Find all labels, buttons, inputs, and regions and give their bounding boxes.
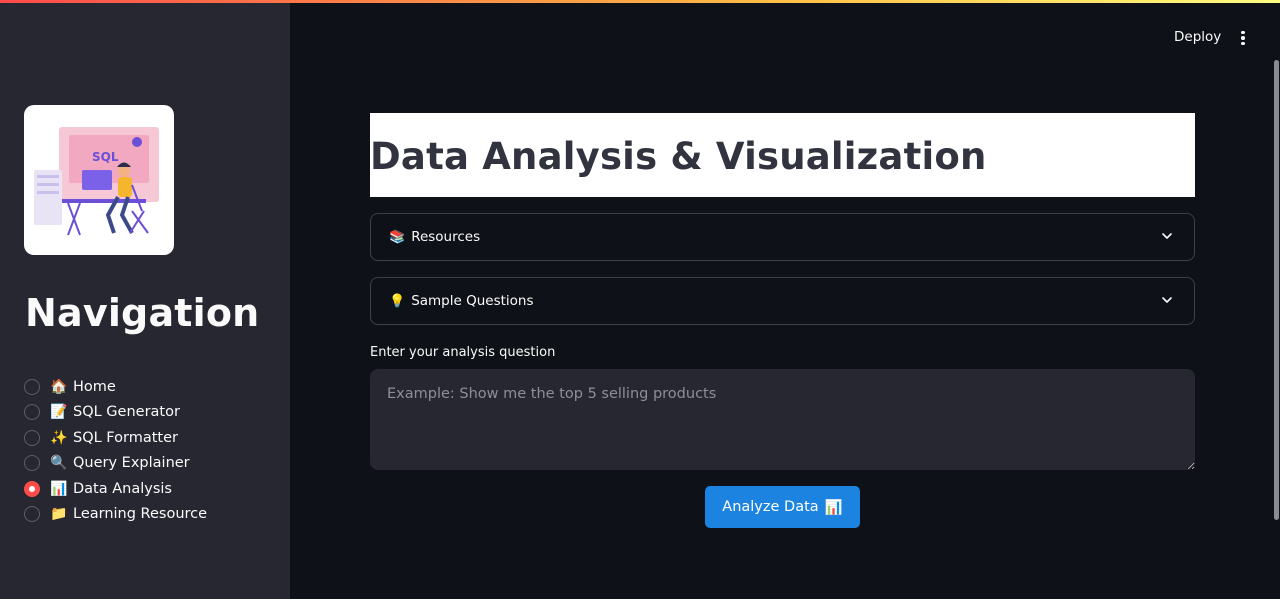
nav-item-data-analysis[interactable]: 📊 Data Analysis: [24, 476, 207, 502]
analyze-data-button[interactable]: Analyze Data 📊: [705, 486, 860, 528]
sidebar-logo: SQL: [24, 105, 174, 255]
analysis-question-input[interactable]: [370, 369, 1195, 470]
sparkles-icon: ✨: [50, 429, 68, 446]
nav-item-query-explainer[interactable]: 🔍 Query Explainer: [24, 451, 207, 477]
radio-button[interactable]: [24, 455, 40, 472]
nav-item-label: SQL Generator: [73, 404, 180, 421]
expander-label: Resources: [411, 229, 481, 245]
nav-item-sql-formatter[interactable]: ✨ SQL Formatter: [24, 425, 207, 451]
sidebar: SQL Navigation 🏠 Home 📝 SQL Generator ✨ …: [0, 3, 290, 599]
nav-item-label: Home: [73, 378, 116, 395]
bar-chart-icon: 📊: [50, 480, 68, 497]
folder-icon: 📁: [50, 506, 68, 523]
nav-item-label: SQL Formatter: [73, 429, 178, 446]
chevron-down-icon: [1162, 297, 1172, 303]
radio-button[interactable]: [24, 429, 40, 446]
question-label: Enter your analysis question: [370, 345, 556, 360]
page-title-container: Data Analysis & Visualization: [370, 113, 1195, 197]
page-title: Data Analysis & Visualization: [370, 135, 987, 178]
nav-item-label: Learning Resource: [73, 506, 208, 523]
radio-button[interactable]: [24, 404, 40, 421]
radio-button[interactable]: [24, 506, 40, 523]
nav-item-sql-generator[interactable]: 📝 SQL Generator: [24, 400, 207, 426]
bar-chart-icon: 📊: [824, 499, 843, 516]
books-icon: 📚: [389, 229, 406, 245]
sql-illustration: SQL: [34, 127, 159, 236]
kebab-menu-icon[interactable]: [1233, 28, 1253, 48]
nav-item-home[interactable]: 🏠 Home: [24, 374, 207, 400]
button-label: Analyze Data: [722, 499, 819, 515]
nav-item-learning-resource[interactable]: 📁 Learning Resource: [24, 502, 207, 528]
memo-icon: 📝: [50, 404, 68, 421]
magnifier-icon: 🔍: [50, 455, 68, 472]
sample-questions-expander[interactable]: 💡 Sample Questions: [370, 277, 1195, 325]
nav-item-label: Data Analysis: [73, 480, 172, 497]
navigation-radio-group: 🏠 Home 📝 SQL Generator ✨ SQL Formatter 🔍…: [24, 374, 207, 527]
expander-label: Sample Questions: [411, 293, 534, 309]
chevron-down-icon: [1162, 233, 1172, 239]
radio-button[interactable]: [24, 378, 40, 395]
nav-item-label: Query Explainer: [73, 455, 190, 472]
sidebar-title: Navigation: [25, 291, 260, 335]
scrollbar[interactable]: [1274, 60, 1279, 520]
logo-text: SQL: [92, 150, 119, 164]
resources-expander[interactable]: 📚 Resources: [370, 213, 1195, 261]
light-bulb-icon: 💡: [389, 293, 406, 309]
house-icon: 🏠: [50, 378, 68, 395]
radio-button-selected[interactable]: [24, 480, 40, 497]
deploy-button[interactable]: Deploy: [1174, 29, 1221, 45]
